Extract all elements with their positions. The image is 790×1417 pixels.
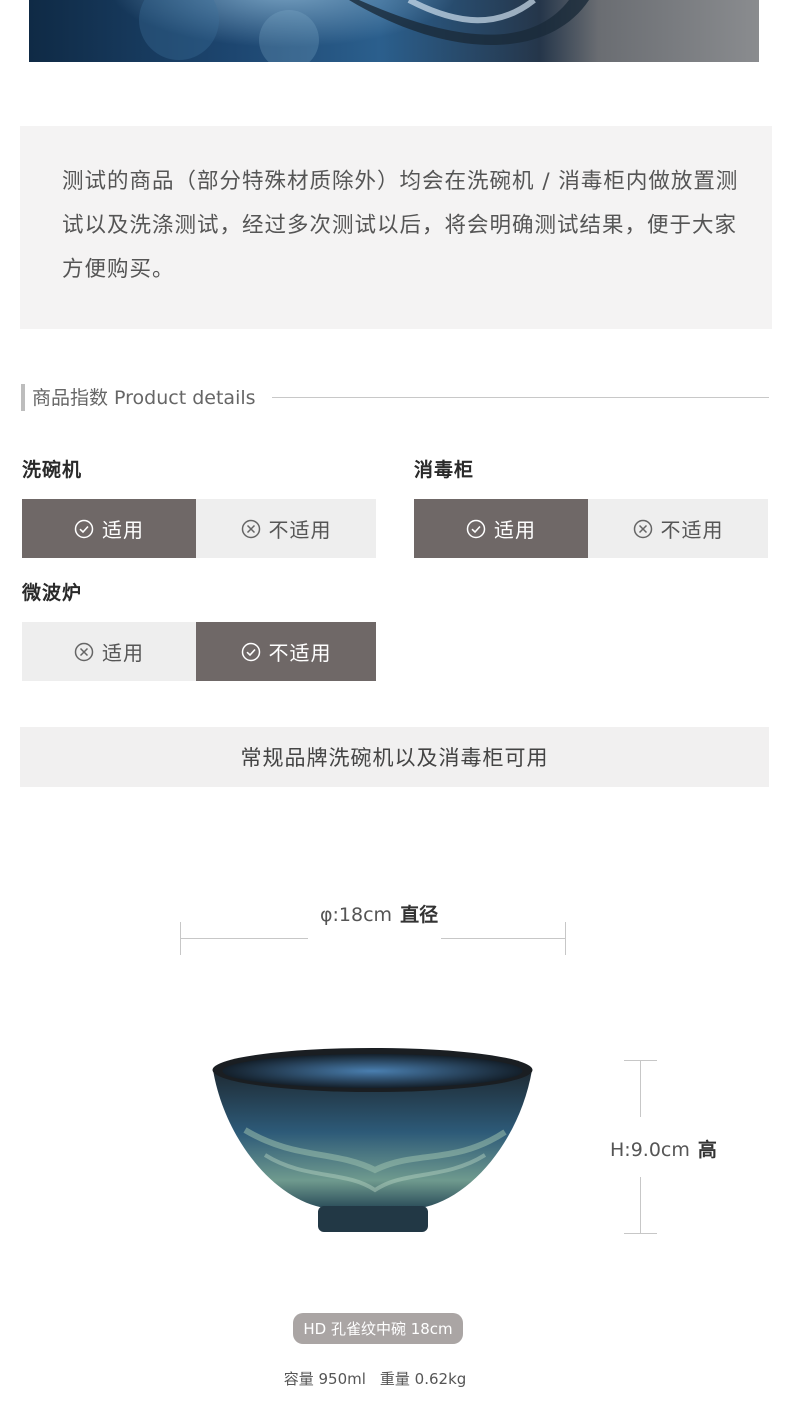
diameter-annotation: φ:18cm 直径 (320, 900, 438, 927)
x-circle-icon (74, 642, 94, 661)
sterilizer-option-unsuitable[interactable]: 不适用 (588, 499, 768, 558)
microwave-option-suitable[interactable]: 适用 (22, 622, 196, 681)
x-circle-icon (241, 519, 260, 538)
category-label-sterilizer: 消毒柜 (414, 459, 475, 481)
dishwasher-option-suitable[interactable]: 适用 (22, 499, 196, 558)
height-value: H:9.0cm (610, 1139, 690, 1161)
diameter-line-right (441, 938, 566, 939)
check-circle-icon (466, 519, 486, 538)
option-label: 不适用 (268, 641, 332, 665)
height-line-top (640, 1060, 641, 1117)
height-tick-bottom (624, 1233, 657, 1234)
diameter-value: φ:18cm (320, 904, 393, 926)
section-marker (21, 384, 25, 411)
section-title: 商品指数 Product details (32, 387, 256, 409)
x-circle-icon (633, 519, 652, 538)
check-circle-icon (74, 519, 94, 538)
option-label: 适用 (494, 518, 536, 542)
usage-note: 常规品牌洗碗机以及消毒柜可用 (20, 727, 769, 787)
product-name-badge: HD 孔雀纹中碗 18cm (293, 1313, 463, 1344)
product-photo-top (29, 0, 759, 62)
diameter-label: 直径 (400, 904, 439, 926)
height-annotation: H:9.0cm 高 (610, 1135, 717, 1162)
category-label-dishwasher: 洗碗机 (22, 459, 83, 481)
capacity-spec: 容量 950ml (283, 1370, 366, 1388)
option-label: 不适用 (660, 518, 724, 542)
option-label: 适用 (102, 641, 144, 665)
height-label: 高 (697, 1139, 717, 1161)
microwave-option-unsuitable[interactable]: 不适用 (196, 622, 376, 681)
diameter-line-left (180, 938, 308, 939)
diameter-tick-left (180, 922, 181, 955)
dishwasher-option-unsuitable[interactable]: 不适用 (196, 499, 376, 558)
option-label: 不适用 (268, 518, 332, 542)
bowl-image (212, 1048, 533, 1232)
section-divider (272, 397, 769, 398)
diameter-tick-right (565, 922, 566, 955)
check-circle-icon (241, 642, 260, 661)
intro-text: 测试的商品（部分特殊材质除外）均会在洗碗机 / 消毒柜内做放置测试以及洗涤测试，… (62, 169, 739, 282)
category-label-microwave: 微波炉 (22, 582, 83, 604)
height-line-bottom (640, 1177, 641, 1233)
weight-spec: 重量 0.62kg (379, 1370, 467, 1388)
product-specs: 容量 950ml 重量 0.62kg (230, 1368, 520, 1389)
sterilizer-option-suitable[interactable]: 适用 (414, 499, 588, 558)
option-label: 适用 (102, 518, 144, 542)
